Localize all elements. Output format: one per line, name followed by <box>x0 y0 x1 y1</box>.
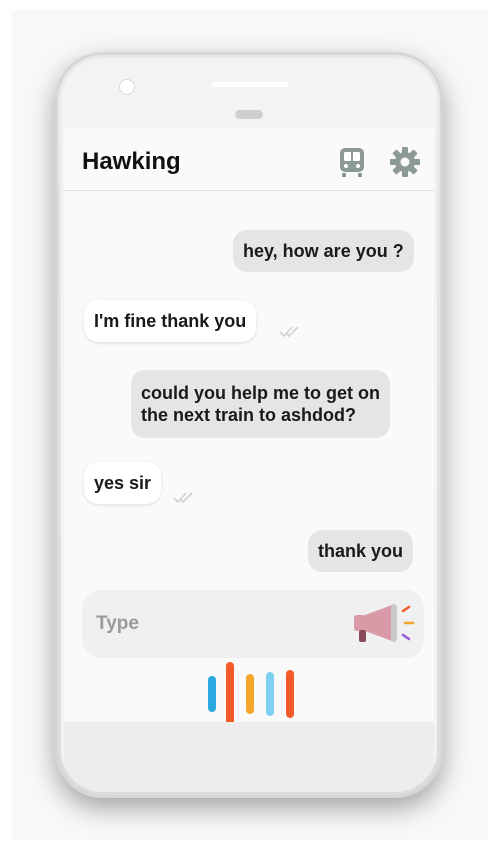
message-bubble-bot[interactable]: I'm fine thank you <box>84 300 257 342</box>
gear-icon[interactable] <box>389 146 421 178</box>
phone-chin <box>64 722 434 792</box>
read-receipt-icon <box>279 326 299 338</box>
message-text-line: the next train to ashdod? <box>141 405 357 425</box>
waveform-bar <box>246 674 254 714</box>
phone-frame: Hawking hey, how are you ? I'm fine than… <box>55 52 443 798</box>
front-camera <box>120 80 134 94</box>
message-text: I'm fine thank you <box>94 311 247 331</box>
waveform-bar <box>226 662 234 726</box>
app-title: Hawking <box>82 148 181 175</box>
input-placeholder: Type <box>96 613 139 634</box>
message-bubble-user[interactable]: thank you <box>308 530 414 572</box>
message-text: yes sir <box>94 473 152 493</box>
phone-body: Hawking hey, how are you ? I'm fine than… <box>61 58 437 792</box>
message-text: hey, how are you ? <box>243 241 404 261</box>
earpiece-speaker <box>211 82 289 87</box>
megaphone-icon[interactable] <box>350 602 422 646</box>
message-bubble-user[interactable]: could you help me to get on the next tra… <box>131 370 391 438</box>
message-text-line: could you help me to get on <box>141 383 381 403</box>
chat-header: Hawking <box>64 128 434 191</box>
voice-waveform[interactable] <box>204 662 304 726</box>
proximity-sensor <box>235 110 263 119</box>
train-icon[interactable] <box>336 146 368 178</box>
message-input[interactable]: Type <box>82 590 424 658</box>
waveform-bar <box>266 672 274 716</box>
waveform-bar <box>286 670 294 718</box>
waveform-bar <box>208 676 216 712</box>
message-text: thank you <box>318 541 404 561</box>
read-receipt-icon <box>173 492 193 504</box>
chat-screen: Hawking hey, how are you ? I'm fine than… <box>64 128 434 726</box>
message-bubble-user[interactable]: hey, how are you ? <box>233 230 414 272</box>
message-bubble-bot[interactable]: yes sir <box>84 462 162 504</box>
